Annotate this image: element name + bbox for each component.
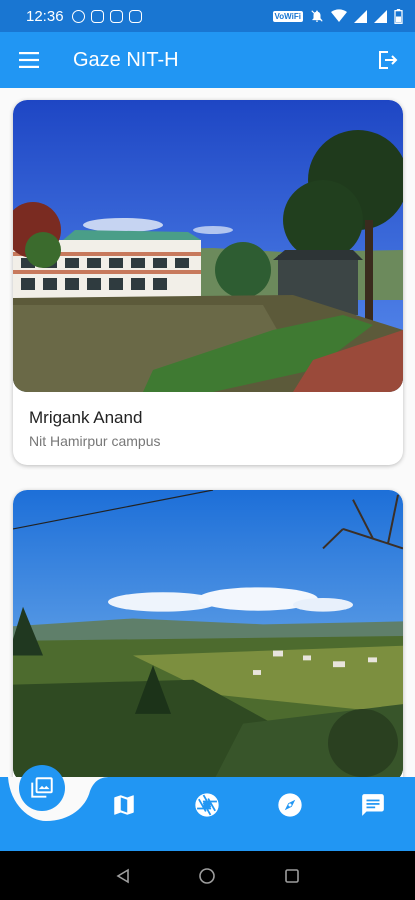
bottom-navigation xyxy=(0,765,415,851)
back-triangle-icon xyxy=(116,868,129,884)
vowifi-badge: VoWiFi xyxy=(272,10,303,22)
whatsapp-icon xyxy=(71,9,85,23)
post-card[interactable] xyxy=(13,490,403,777)
status-bar: 12:36 VoWiFi xyxy=(0,0,415,32)
system-back-button[interactable] xyxy=(112,865,134,887)
camera-aperture-icon xyxy=(195,793,219,817)
instagram-icon xyxy=(128,9,142,23)
post-image[interactable] xyxy=(13,100,403,392)
nav-map[interactable] xyxy=(104,785,144,825)
app-bar: Gaze NIT-H xyxy=(0,32,415,88)
compass-icon xyxy=(278,793,302,817)
chat-icon xyxy=(362,794,384,816)
post-author: Mrigank Anand xyxy=(29,408,143,427)
system-navigation-bar xyxy=(0,851,415,900)
gallery-fab[interactable] xyxy=(19,765,65,811)
nav-explore[interactable] xyxy=(270,785,310,825)
system-recents-button[interactable] xyxy=(281,865,303,887)
status-time: 12:36 xyxy=(26,7,64,25)
status-right: VoWiFi xyxy=(272,8,403,24)
signal-icon xyxy=(354,9,367,23)
status-left: 12:36 xyxy=(26,8,142,25)
menu-button[interactable] xyxy=(0,32,58,88)
battery-icon xyxy=(394,8,403,24)
post-card[interactable]: Mrigank Anand Nit Hamirpur campus xyxy=(13,100,403,465)
dnd-icon xyxy=(311,10,323,22)
map-icon xyxy=(114,795,134,815)
instagram-icon xyxy=(90,9,104,23)
logout-icon xyxy=(379,51,398,69)
wifi-icon xyxy=(331,9,347,22)
post-image[interactable] xyxy=(13,490,403,777)
instagram-icon xyxy=(109,9,123,23)
gallery-icon xyxy=(31,777,53,798)
nav-camera[interactable] xyxy=(187,785,227,825)
post-text: Mrigank Anand Nit Hamirpur campus xyxy=(13,392,403,465)
system-home-button[interactable] xyxy=(196,865,218,887)
hamburger-menu-icon xyxy=(19,52,39,68)
nav-chat[interactable] xyxy=(353,785,393,825)
signal-icon xyxy=(374,9,387,23)
recents-square-icon xyxy=(285,869,299,883)
post-caption: Nit Hamirpur campus xyxy=(29,433,161,449)
home-circle-icon xyxy=(199,868,215,884)
feed-list[interactable]: Mrigank Anand Nit Hamirpur campus xyxy=(0,88,415,777)
app-title: Gaze NIT-H xyxy=(73,48,179,71)
logout-button[interactable] xyxy=(359,32,415,88)
